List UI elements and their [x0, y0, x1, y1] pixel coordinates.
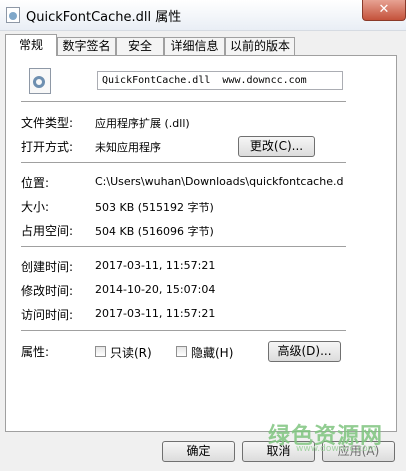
accessed-label: 访问时间:	[21, 308, 74, 322]
accessed-value: 2017-03-11, 11:57:21	[95, 307, 216, 320]
advanced-button[interactable]: 高级(D)...	[268, 341, 341, 362]
location-value: C:\Users\wuhan\Downloads\quickfontcache.…	[95, 175, 344, 188]
separator	[21, 101, 346, 102]
separator	[21, 246, 346, 247]
watermark-url: www.downcc.com	[296, 444, 377, 454]
open-with-value: 未知应用程序	[95, 141, 161, 154]
general-tab-panel: 文件类型: 应用程序扩展 (.dll) 打开方式: 未知应用程序 更改(C)..…	[5, 55, 397, 432]
created-value: 2017-03-11, 11:57:21	[95, 259, 216, 272]
close-button[interactable]: ✕	[362, 0, 406, 21]
modified-label: 修改时间:	[21, 284, 74, 298]
created-label: 创建时间:	[21, 260, 74, 274]
size-on-disk-value: 504 KB (516096 字节)	[95, 225, 214, 238]
dll-file-icon	[6, 7, 20, 23]
tab-general[interactable]: 常规	[5, 34, 57, 56]
open-with-label: 打开方式:	[21, 140, 74, 154]
tab-previous-versions[interactable]: 以前的版本	[225, 37, 295, 55]
file-type-label: 文件类型:	[21, 116, 74, 130]
tab-details[interactable]: 详细信息	[164, 37, 225, 55]
window-title: QuickFontCache.dll 属性	[26, 10, 182, 25]
ok-button[interactable]: 确定	[162, 441, 235, 462]
file-type-value: 应用程序扩展 (.dll)	[95, 117, 190, 130]
size-label: 大小:	[21, 200, 50, 214]
title-bar[interactable]: QuickFontCache.dll 属性 ✕	[0, 0, 406, 31]
readonly-checkbox[interactable]	[95, 346, 106, 357]
properties-window: QuickFontCache.dll 属性 ✕ 常规 数字签名 安全 详细信息 …	[0, 0, 406, 471]
attributes-label: 属性:	[21, 345, 50, 359]
tab-security[interactable]: 安全	[116, 37, 164, 55]
location-label: 位置:	[21, 176, 50, 190]
filename-input[interactable]	[97, 71, 343, 90]
size-value: 503 KB (515192 字节)	[95, 201, 214, 214]
separator	[21, 330, 346, 331]
tab-digital-signatures[interactable]: 数字签名	[57, 37, 116, 55]
separator	[21, 162, 346, 163]
dll-file-icon	[29, 68, 51, 94]
size-on-disk-label: 占用空间:	[21, 224, 74, 238]
change-button[interactable]: 更改(C)...	[238, 136, 315, 157]
hidden-label[interactable]: 隐藏(H)	[191, 344, 233, 361]
modified-value: 2014-10-20, 15:07:04	[95, 283, 216, 296]
hidden-checkbox[interactable]	[176, 346, 187, 357]
readonly-label[interactable]: 只读(R)	[110, 344, 152, 361]
